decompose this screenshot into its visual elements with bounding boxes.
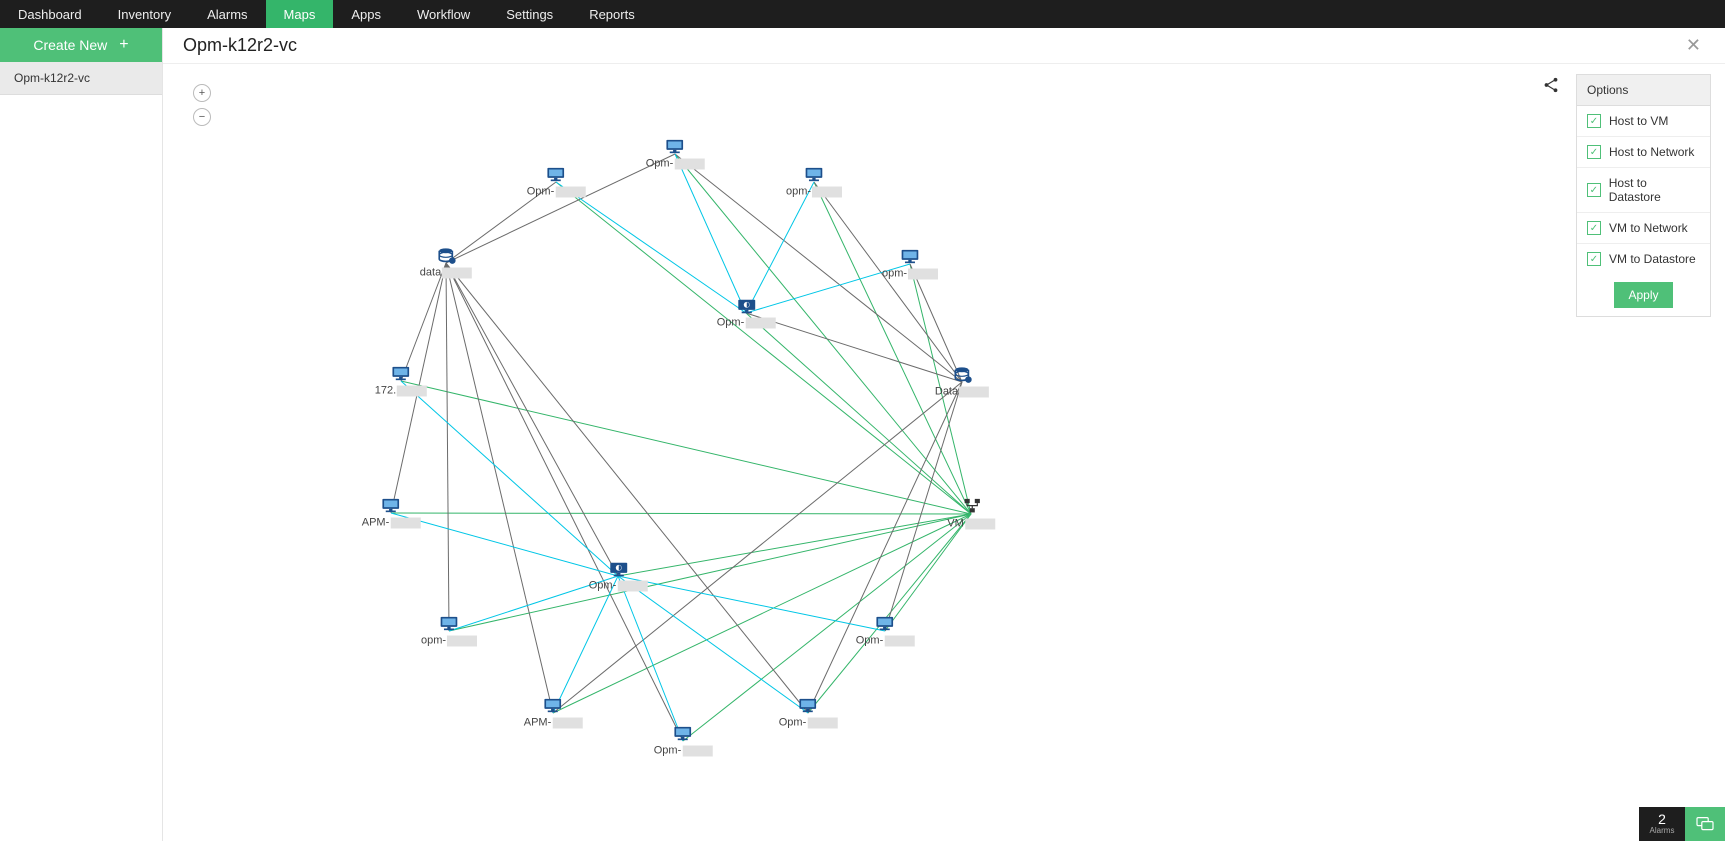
option-label: VM to Network: [1609, 221, 1688, 235]
map-title: Opm-k12r2-vc: [183, 35, 297, 56]
edge: [885, 382, 962, 631]
edge: [618, 576, 885, 631]
top-nav: DashboardInventoryAlarmsMapsAppsWorkflow…: [0, 0, 1725, 28]
checkbox-icon[interactable]: ✓: [1587, 114, 1601, 128]
apply-button[interactable]: Apply: [1614, 282, 1672, 308]
zoom-controls: + −: [193, 84, 211, 126]
chat-button[interactable]: [1685, 807, 1725, 841]
option-row: ✓ Host to Datastore: [1577, 168, 1710, 213]
edge: [446, 263, 808, 713]
checkbox-icon[interactable]: ✓: [1587, 145, 1601, 159]
edge: [683, 514, 971, 741]
alarm-label: Alarms: [1650, 827, 1675, 836]
edge: [746, 264, 910, 313]
edge: [449, 576, 618, 631]
create-new-label: Create New: [33, 37, 107, 53]
edges-layer: [163, 64, 1725, 841]
option-label: VM to Datastore: [1609, 252, 1696, 266]
checkbox-icon[interactable]: ✓: [1587, 252, 1601, 266]
edge: [401, 381, 971, 514]
edge: [618, 576, 683, 741]
nav-settings[interactable]: Settings: [488, 0, 571, 28]
option-row: ✓ Host to Network: [1577, 137, 1710, 168]
map-header: Opm-k12r2-vc ✕: [163, 28, 1725, 64]
nav-alarms[interactable]: Alarms: [189, 0, 265, 28]
zoom-out-button[interactable]: −: [193, 108, 211, 126]
options-panel: Options ✓ Host to VM ✓ Host to Network ✓ Host…: [1576, 74, 1711, 317]
create-new-button[interactable]: Create New +: [0, 28, 162, 62]
option-label: Host to Datastore: [1609, 176, 1700, 204]
edge: [556, 182, 971, 514]
main-area: Opm-k12r2-vc ✕ + − Options ✓ Host to VM ✓ H…: [163, 28, 1725, 841]
zoom-in-button[interactable]: +: [193, 84, 211, 102]
map-list-item[interactable]: Opm-k12r2-vc: [0, 62, 162, 95]
option-label: Host to Network: [1609, 145, 1694, 159]
left-panel: Create New + Opm-k12r2-vc: [0, 28, 163, 841]
checkbox-icon[interactable]: ✓: [1587, 221, 1601, 235]
alarm-count: 2: [1658, 812, 1666, 827]
edge: [391, 263, 446, 513]
edge: [618, 576, 808, 713]
option-row: ✓ VM to Datastore: [1577, 244, 1710, 274]
options-header: Options: [1577, 75, 1710, 106]
map-list: Opm-k12r2-vc: [0, 62, 162, 95]
edge: [556, 182, 746, 313]
edge: [401, 381, 618, 576]
edge: [446, 154, 675, 263]
edge: [553, 576, 618, 713]
edge: [446, 263, 553, 713]
share-icon[interactable]: [1542, 76, 1560, 97]
edge: [446, 182, 556, 263]
nav-apps[interactable]: Apps: [333, 0, 399, 28]
plus-icon: +: [119, 36, 128, 54]
option-row: ✓ Host to VM: [1577, 106, 1710, 137]
footer-corner: 2 Alarms: [1639, 807, 1725, 841]
edge: [808, 382, 962, 713]
nav-maps[interactable]: Maps: [266, 0, 334, 28]
edge: [675, 154, 746, 313]
option-row: ✓ VM to Network: [1577, 213, 1710, 244]
edge: [391, 513, 971, 514]
nav-inventory[interactable]: Inventory: [100, 0, 189, 28]
close-icon[interactable]: ✕: [1682, 31, 1705, 60]
edge: [446, 263, 449, 631]
edge: [746, 182, 814, 313]
nav-dashboard[interactable]: Dashboard: [0, 0, 100, 28]
edge: [446, 263, 683, 741]
edge: [746, 313, 971, 514]
nav-workflow[interactable]: Workflow: [399, 0, 488, 28]
map-canvas[interactable]: + − Options ✓Host to VM✓Host to Network✓…: [163, 64, 1725, 841]
edge: [446, 263, 618, 576]
nav-reports[interactable]: Reports: [571, 0, 653, 28]
option-label: Host to VM: [1609, 114, 1668, 128]
checkbox-icon[interactable]: ✓: [1587, 183, 1601, 197]
edge: [808, 514, 971, 713]
alarm-badge[interactable]: 2 Alarms: [1639, 807, 1685, 841]
edge: [885, 514, 971, 631]
edge: [391, 513, 618, 576]
